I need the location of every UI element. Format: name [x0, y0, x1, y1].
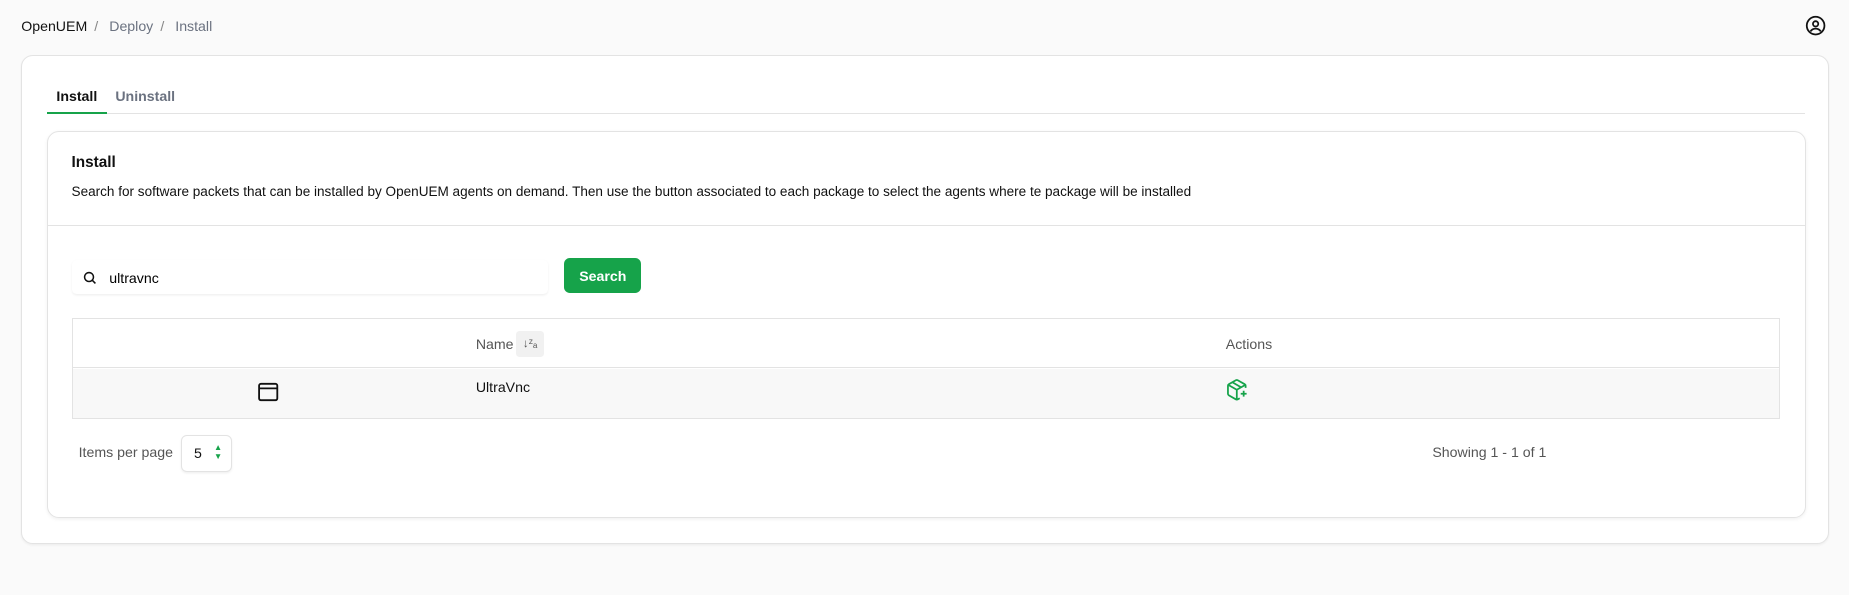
tab-uninstall[interactable]: Uninstall [106, 87, 185, 112]
main-card: Install Uninstall Install Search for sof… [21, 55, 1829, 545]
card-title: Install [71, 154, 116, 172]
packages-table: Name ↓ᶻₐ Actions UltraVnc [71, 318, 1780, 420]
search-icon [83, 271, 97, 284]
items-per-page-value: 5 [193, 445, 202, 462]
tabs: Install Uninstall [46, 87, 1806, 115]
package-plus-icon[interactable] [1225, 378, 1249, 402]
chevron-updown-icon: ▲ ▼ [214, 442, 223, 462]
table-row: UltraVnc [72, 368, 1779, 419]
tab-install[interactable]: Install [46, 87, 107, 114]
breadcrumb-deploy[interactable]: Deploy [109, 18, 153, 34]
card-description: Search for software packets that can be … [71, 183, 1192, 199]
items-per-page-label: Items per page [78, 444, 173, 461]
sort-za-icon[interactable]: ↓ᶻₐ [515, 330, 545, 357]
column-actions: Actions [1225, 335, 1273, 352]
search-field [71, 260, 548, 295]
app-window-icon [257, 382, 278, 401]
breadcrumb-openuem[interactable]: OpenUEM [21, 18, 87, 34]
column-name: Name [475, 335, 514, 352]
breadcrumb-install: Install [175, 17, 213, 34]
items-per-page-select[interactable]: 5 ▲ ▼ [181, 434, 232, 473]
breadcrumb: OpenUEM / Deploy / Install [21, 17, 213, 34]
table-header: Name ↓ᶻₐ Actions [72, 319, 1779, 369]
divider [47, 224, 1805, 227]
user-account-icon[interactable] [1805, 15, 1826, 36]
search-button[interactable]: Search [564, 257, 642, 294]
pagination-status: Showing 1 - 1 of 1 [1432, 444, 1547, 461]
package-name: UltraVnc [475, 379, 531, 396]
search-input[interactable] [106, 268, 537, 287]
install-card: Install Search for software packets that… [46, 130, 1806, 519]
